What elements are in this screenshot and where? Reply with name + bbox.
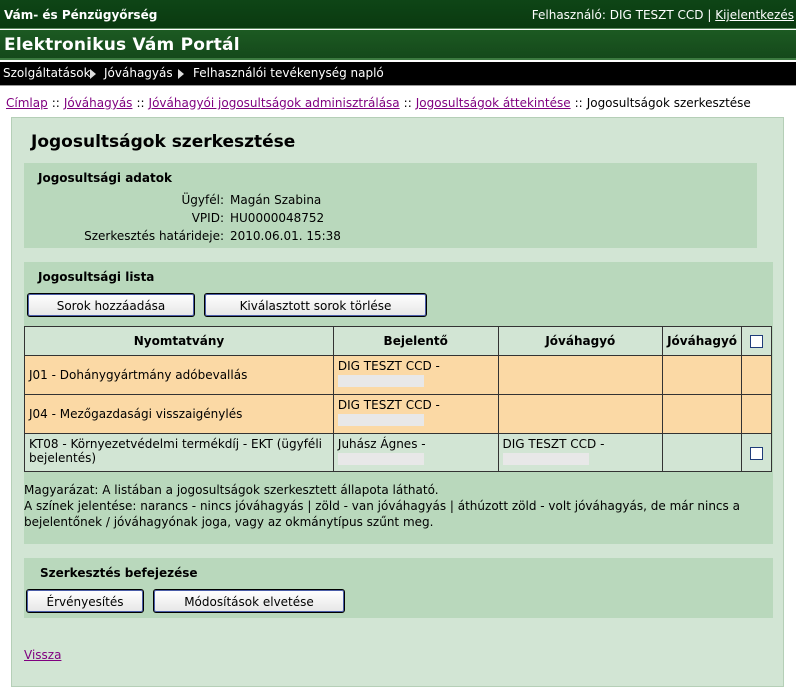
detail-value-ugyfel: Magán Szabina <box>230 193 322 207</box>
detail-value-vpid: HU0000048752 <box>230 211 325 225</box>
row-reporter: DIG TESZT CCD - <box>332 394 499 434</box>
detail-value-deadline: 2010.06.01. 15:38 <box>230 229 341 243</box>
delete-selected-rows-button[interactable]: Kiválasztott sorok törlése <box>204 293 427 317</box>
portal-title: Elektronikus Vám Portál <box>4 35 240 55</box>
row-select-cell <box>741 394 772 434</box>
table-row: J04 - Mezőgazdasági visszaigénylés DIG T… <box>24 394 772 434</box>
nav-arrow-icon <box>178 69 184 79</box>
legend-line-1: Magyarázat: A listában a jogosultságok s… <box>24 483 439 497</box>
top-bar: Vám- és Pénzügyőrség Felhasználó: DIG TE… <box>0 0 796 29</box>
breadcrumb-sep: :: <box>403 96 412 110</box>
add-rows-button[interactable]: Sorok hozzáadása <box>27 293 195 317</box>
details-heading: Jogosultsági adatok <box>38 171 172 185</box>
row-checkbox[interactable] <box>750 446 764 460</box>
detail-label-ugyfel: Ügyfél: <box>181 193 225 207</box>
breadcrumb-sep: :: <box>574 96 583 110</box>
detail-label-deadline: Szerkesztés határideje: <box>84 229 224 243</box>
permission-table: Nyomtatvány Bejelentő Jóváhagyó Jóváhagy… <box>24 326 772 472</box>
finish-heading: Szerkesztés befejezése <box>40 566 198 580</box>
column-header-approver: Jóváhagyó <box>497 326 664 356</box>
select-all-checkbox[interactable] <box>750 335 764 348</box>
row-form: J04 - Mezőgazdasági visszaigénylés <box>24 394 334 434</box>
row-approver-2 <box>662 433 743 472</box>
breadcrumb-sep: :: <box>51 96 60 110</box>
breadcrumb-link-admin[interactable]: Jóváhagyói jogosultságok adminisztrálása <box>149 96 400 110</box>
redacted-text <box>337 453 424 465</box>
row-select-cell <box>741 355 772 395</box>
row-reporter: Juhász Ágnes - <box>332 433 499 472</box>
page-title: Jogosultságok szerkesztése <box>31 132 296 152</box>
nav-arrow-icon <box>90 69 96 79</box>
breadcrumb-sep: :: <box>136 96 145 110</box>
column-header-reporter: Bejelentő <box>332 326 499 356</box>
row-approver: DIG TESZT CCD - <box>497 433 664 472</box>
user-label: Felhasználó: DIG TESZT CCD <box>531 8 704 22</box>
legend-line-2: A színek jelentése: narancs - nincs jóvá… <box>24 499 740 529</box>
column-header-select-all <box>741 326 772 356</box>
breadcrumb-link-cimlap[interactable]: Címlap <box>6 96 48 110</box>
table-header-row: Nyomtatvány Bejelentő Jóváhagyó Jóváhagy… <box>24 326 772 356</box>
row-approver-2 <box>662 355 743 395</box>
row-form: J01 - Dohánygyártmány adóbevallás <box>24 355 334 395</box>
row-reporter: DIG TESZT CCD - <box>332 355 499 395</box>
title-bar: Elektronikus Vám Portál <box>0 30 796 60</box>
row-approver-2 <box>662 394 743 434</box>
breadcrumb-link-jovahagyas[interactable]: Jóváhagyás <box>64 96 133 110</box>
org-name: Vám- és Pénzügyőrség <box>4 8 158 22</box>
user-separator: | <box>707 8 712 22</box>
redacted-text <box>337 414 424 426</box>
redacted-text <box>502 453 589 465</box>
table-row: J01 - Dohánygyártmány adóbevallás DIG TE… <box>24 355 772 395</box>
nav-item-jovahagyas[interactable]: Jóváhagyás <box>104 66 173 80</box>
breadcrumb-link-attekintes[interactable]: Jogosultságok áttekintése <box>416 96 571 110</box>
legend-text: Magyarázat: A listában a jogosultságok s… <box>24 482 764 530</box>
nav-item-szolgaltatasok[interactable]: Szolgáltatások <box>3 66 91 80</box>
column-header-form: Nyomtatvány <box>24 326 334 356</box>
user-area: Felhasználó: DIG TESZT CCD | Kijelentkez… <box>532 8 794 22</box>
detail-label-vpid: VPID: <box>191 211 224 225</box>
nav-item-activity-log[interactable]: Felhasználói tevékenység napló <box>193 66 384 80</box>
column-header-approver-2: Jóváhagyó <box>662 326 743 356</box>
back-link[interactable]: Vissza <box>24 648 61 662</box>
redacted-text <box>337 375 424 387</box>
row-approver <box>497 355 664 395</box>
validate-button[interactable]: Érvényesítés <box>26 589 144 613</box>
row-form: KT08 - Környezetvédelmi termékdíj - EKT … <box>24 433 334 472</box>
discard-changes-button[interactable]: Módosítások elvetése <box>153 589 345 613</box>
breadcrumb-current: Jogosultságok szerkesztése <box>586 96 751 110</box>
breadcrumb: Címlap:: Jóváhagyás:: Jóváhagyói jogosults… <box>6 96 751 110</box>
main-nav: Szolgáltatások Jóváhagyás Felhasználói t… <box>0 62 796 86</box>
list-heading: Jogosultsági lista <box>38 270 155 284</box>
row-approver <box>497 394 664 434</box>
table-row: KT08 - Környezetvédelmi termékdíj - EKT … <box>24 433 772 472</box>
row-select-cell <box>741 433 772 472</box>
logout-link[interactable]: Kijelentkezés <box>715 8 794 22</box>
